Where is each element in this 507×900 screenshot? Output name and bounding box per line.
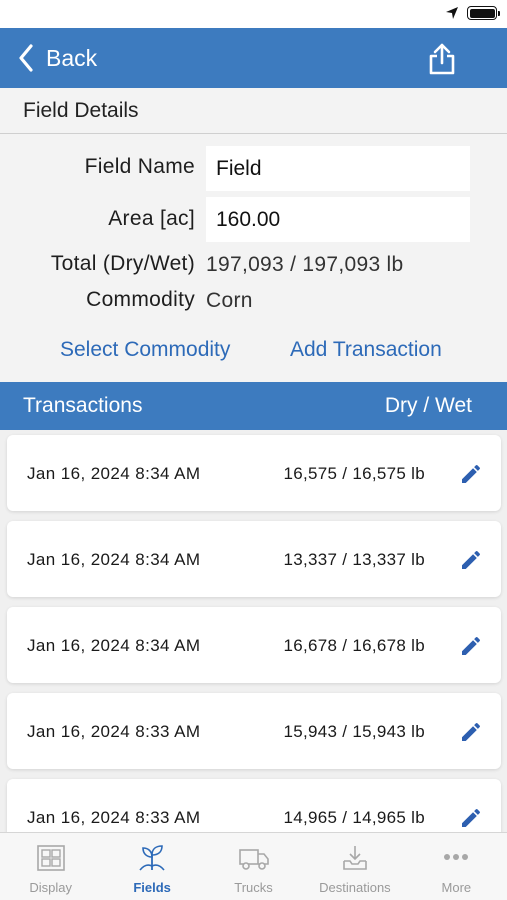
tab-fields[interactable]: Fields — [101, 833, 202, 900]
back-label: Back — [46, 44, 98, 71]
transaction-date: Jan 16, 2024 8:33 AM — [27, 722, 201, 741]
total-value: 197,093 / 197,093 lb — [206, 253, 404, 276]
transaction-date: Jan 16, 2024 8:33 AM — [27, 808, 201, 827]
tab-destinations[interactable]: Destinations — [304, 833, 405, 900]
transaction-amount: 14,965 / 14,965 lb — [283, 808, 425, 827]
area-label: Area [ac] — [108, 207, 195, 230]
transactions-header: Transactions Dry / Wet — [0, 382, 507, 430]
total-label: Total (Dry/Wet) — [50, 252, 195, 275]
commodity-label: Commodity — [86, 288, 195, 311]
transaction-row[interactable]: Jan 16, 2024 8:33 AM 14,965 / 14,965 lb — [7, 779, 501, 832]
transaction-amount: 15,943 / 15,943 lb — [283, 722, 425, 741]
transaction-date: Jan 16, 2024 8:34 AM — [27, 550, 201, 569]
navigation-bar: Back — [0, 28, 507, 88]
transaction-amount: 13,337 / 13,337 lb — [283, 550, 425, 569]
transaction-row[interactable]: Jan 16, 2024 8:34 AM 16,678 / 16,678 lb — [7, 607, 501, 683]
transaction-row[interactable]: Jan 16, 2024 8:33 AM 15,943 / 15,943 lb — [7, 693, 501, 769]
status-icons — [445, 6, 500, 20]
section-header: Field Details — [0, 88, 507, 134]
transaction-date: Jan 16, 2024 8:34 AM — [27, 464, 201, 483]
tab-fields-label: Fields — [133, 880, 171, 895]
transaction-row[interactable]: Jan 16, 2024 8:34 AM 16,575 / 16,575 lb — [7, 435, 501, 511]
chevron-left-icon — [19, 44, 33, 72]
tab-trucks-label: Trucks — [234, 880, 273, 895]
pencil-edit-icon[interactable] — [459, 720, 483, 744]
field-details-panel: Field Name Area [ac] Total (Dry/Wet) 197… — [0, 134, 507, 382]
add-transaction-button[interactable]: Add Transaction — [290, 338, 442, 362]
share-icon — [429, 43, 455, 75]
status-bar — [0, 0, 507, 28]
plant-sprout-icon — [139, 845, 165, 871]
transaction-row[interactable]: Jan 16, 2024 8:34 AM 13,337 / 13,337 lb — [7, 521, 501, 597]
tab-more-label: More — [441, 880, 472, 895]
tab-display-label: Display — [29, 880, 73, 895]
transactions-title: Transactions — [23, 394, 143, 417]
location-arrow-icon — [446, 7, 458, 19]
pencil-edit-icon[interactable] — [459, 806, 483, 830]
field-name-input[interactable] — [206, 146, 470, 191]
truck-icon — [238, 849, 269, 870]
pencil-edit-icon[interactable] — [459, 462, 483, 486]
transaction-amount: 16,575 / 16,575 lb — [283, 464, 425, 483]
section-title: Field Details — [23, 98, 139, 122]
dry-wet-label: Dry / Wet — [384, 394, 472, 417]
select-commodity-button[interactable]: Select Commodity — [60, 338, 230, 362]
commodity-value: Corn — [206, 289, 253, 312]
transaction-amount: 16,678 / 16,678 lb — [283, 636, 425, 655]
tab-destinations-label: Destinations — [319, 880, 391, 895]
display-grid-icon — [36, 845, 65, 871]
ellipsis-icon — [444, 854, 469, 860]
back-button[interactable]: Back — [18, 28, 97, 88]
tab-display[interactable]: Display — [0, 833, 101, 900]
pencil-edit-icon[interactable] — [459, 548, 483, 572]
field-name-label: Field Name — [84, 155, 195, 178]
battery-icon — [467, 6, 500, 20]
tab-more[interactable]: More — [406, 833, 507, 900]
area-input[interactable] — [206, 197, 470, 242]
tab-bar: Display Fields Trucks Destinations More — [0, 832, 507, 900]
share-button[interactable] — [427, 42, 457, 76]
transaction-date: Jan 16, 2024 8:34 AM — [27, 636, 201, 655]
transactions-list[interactable]: Jan 16, 2024 8:34 AM 16,575 / 16,575 lb … — [0, 430, 507, 832]
tab-trucks[interactable]: Trucks — [203, 833, 304, 900]
pencil-edit-icon[interactable] — [459, 634, 483, 658]
download-tray-icon — [343, 846, 367, 870]
